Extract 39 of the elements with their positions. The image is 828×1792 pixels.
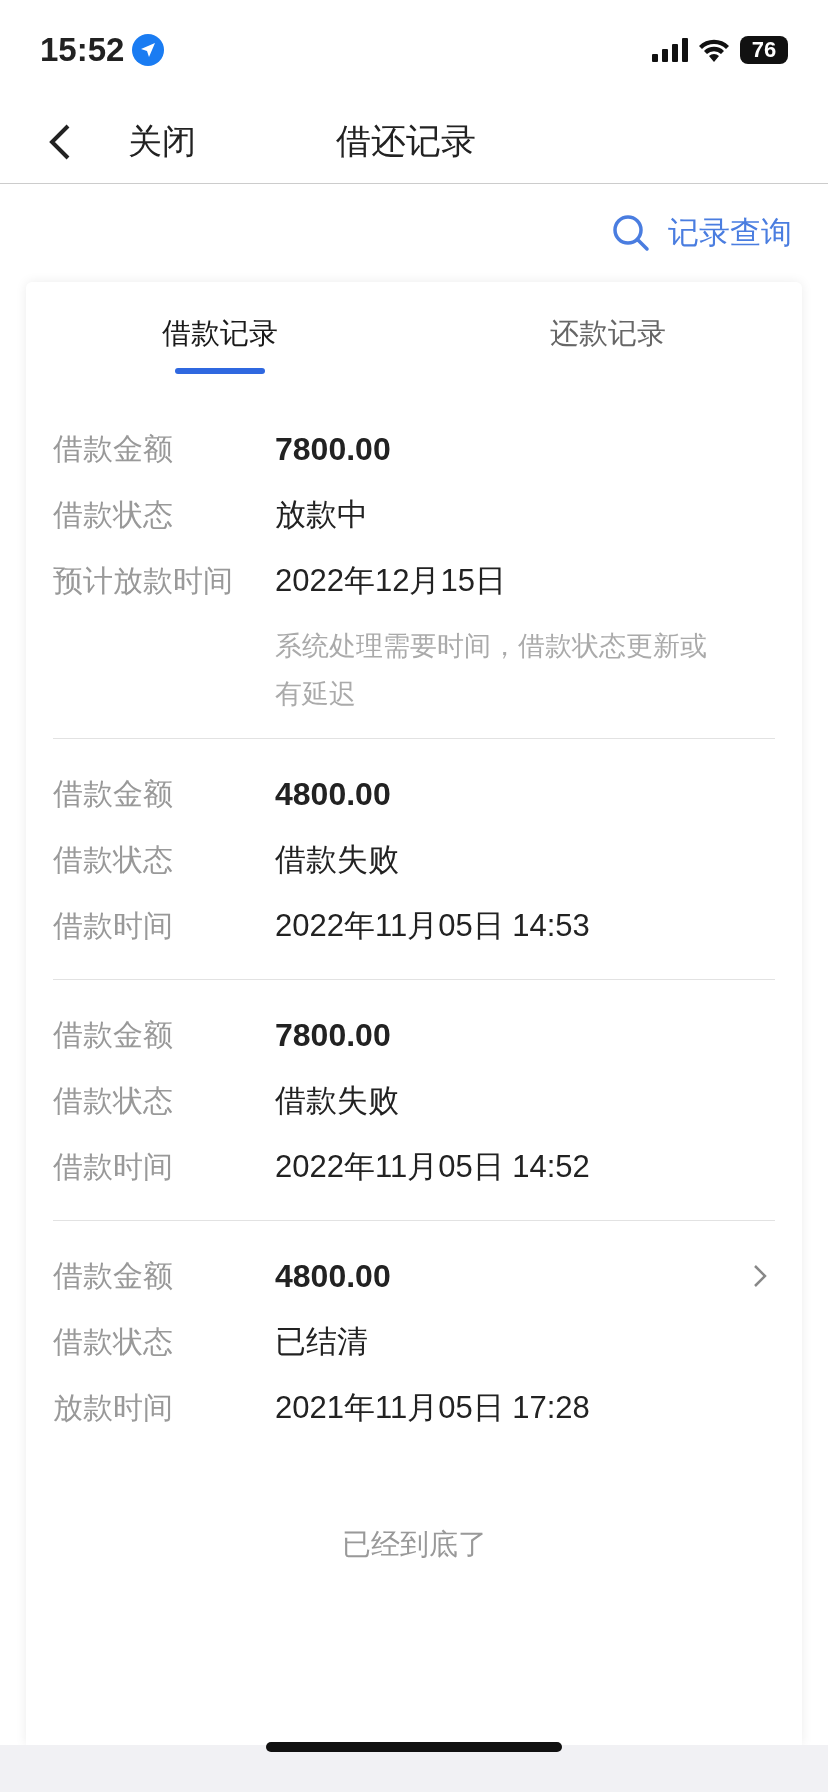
- tab[interactable]: 借款记录: [26, 282, 414, 394]
- record-query-link[interactable]: 记录查询: [668, 212, 792, 254]
- field-value: 2021年11月05日 17:28: [275, 1389, 590, 1427]
- field-value: 借款失败: [275, 1082, 399, 1120]
- close-button[interactable]: 关闭: [128, 118, 196, 165]
- field-label: 借款金额: [53, 429, 174, 468]
- field-label: 借款状态: [53, 840, 174, 879]
- field-value: 4800.00: [275, 1257, 391, 1295]
- location-icon: [132, 34, 165, 66]
- back-icon[interactable]: [48, 122, 72, 161]
- field-label: 借款状态: [53, 1322, 174, 1361]
- field-value: 放款中: [275, 496, 368, 534]
- field-value: 2022年11月05日 14:53: [275, 907, 590, 945]
- signal-icon: [652, 38, 688, 62]
- page-title: 借还记录: [336, 120, 476, 163]
- field-value: 7800.00: [275, 1016, 391, 1054]
- field-value: 2022年12月15日: [275, 562, 506, 600]
- note-text: 系统处理需要时间，借款状态更新或有延迟: [275, 629, 708, 711]
- field-label: 借款时间: [53, 1147, 174, 1186]
- search-icon[interactable]: [612, 214, 650, 252]
- field-label: 借款状态: [53, 495, 174, 534]
- field-value: 借款失败: [275, 841, 399, 879]
- field-label: 借款金额: [53, 774, 174, 813]
- field-label: 借款金额: [53, 1256, 174, 1295]
- field-value: 7800.00: [275, 430, 391, 468]
- field-value: 已结清: [275, 1323, 368, 1361]
- chevron-right-icon[interactable]: [753, 1264, 767, 1288]
- field-label: 借款金额: [53, 1015, 174, 1054]
- field-label: 放款时间: [53, 1388, 174, 1427]
- tab[interactable]: 还款记录: [414, 282, 802, 394]
- field-value: 2022年11月05日 14:52: [275, 1148, 590, 1186]
- end-of-list-text: 已经到底了: [340, 1526, 488, 1563]
- battery-icon: 76: [740, 36, 788, 64]
- field-label: 借款状态: [53, 1081, 174, 1120]
- field-value: 4800.00: [275, 775, 391, 813]
- field-label: 预计放款时间: [53, 561, 234, 600]
- clock: 15:52: [40, 31, 125, 69]
- field-label: 借款时间: [53, 906, 174, 945]
- wifi-icon: [698, 38, 730, 62]
